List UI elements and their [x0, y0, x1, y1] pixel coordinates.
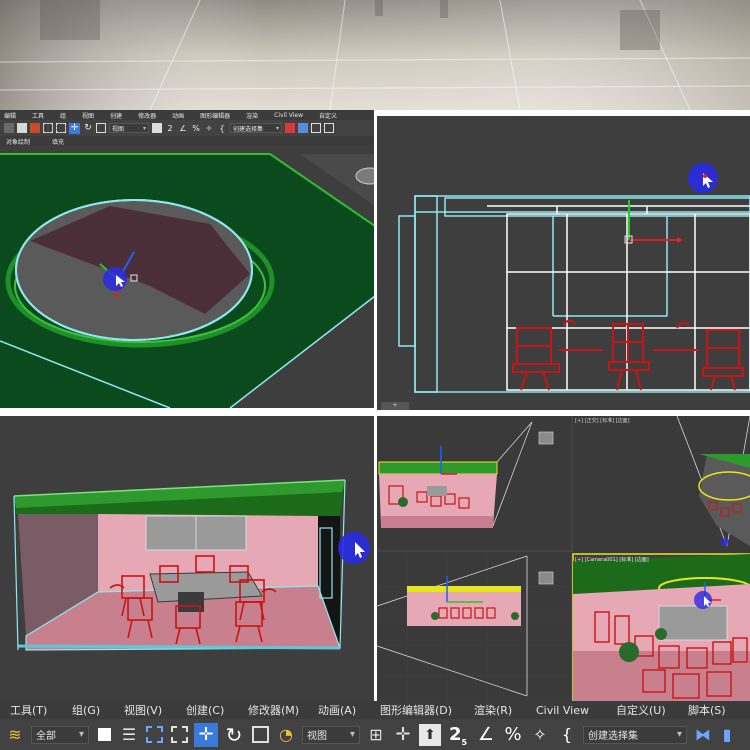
chevron-down-icon: ▾ — [142, 124, 146, 132]
pivot-icon[interactable]: ⊞ — [365, 724, 387, 746]
top-menu-item[interactable]: 创建 — [110, 111, 122, 120]
top-named-set-dropdown[interactable]: 创建选择集 ▾ — [230, 123, 282, 133]
move-icon[interactable]: ✛ — [69, 122, 80, 134]
snap-sub: 5 — [461, 737, 468, 747]
undo-icon[interactable]: ≋ — [4, 724, 26, 746]
window-crossing-icon[interactable] — [169, 725, 189, 745]
selection-filter-dropdown[interactable]: 全部 ▾ — [31, 725, 89, 744]
rect-select-icon[interactable] — [43, 123, 53, 133]
subtab-populate[interactable]: 填充 — [52, 137, 64, 146]
layer-icon[interactable] — [311, 123, 321, 133]
rect-select-icon[interactable] — [144, 725, 164, 745]
top-menubar: 编辑 工具 组 视图 创建 修改器 动画 图形编辑器 渲染 Civil View… — [0, 110, 375, 120]
menu-group[interactable]: 组(G) — [72, 702, 124, 718]
viewport-label: [+] [Camera001] [标准] [边面] — [575, 557, 649, 563]
window-crossing-icon[interactable] — [56, 123, 66, 133]
select-by-name-icon[interactable] — [30, 123, 40, 133]
menu-create[interactable]: 创建(C) — [186, 702, 248, 718]
select-icon[interactable] — [17, 123, 27, 133]
place-icon[interactable]: ◔ — [275, 724, 297, 746]
graph-icon[interactable] — [324, 123, 334, 133]
viewport-perspective-room[interactable] — [0, 416, 375, 701]
quad-camera-viewport-label[interactable]: [+] [Camera001] [标准] [边面] — [575, 556, 649, 563]
front-viewport-corner[interactable]: + — [381, 402, 409, 410]
corner-label: + — [392, 402, 398, 409]
menu-civil-view[interactable]: Civil View — [536, 704, 616, 717]
menu-views[interactable]: 视图(V) — [124, 702, 186, 718]
viewport-label: [+] [正交] [标准] [边面] — [575, 418, 630, 424]
percent-snap-icon[interactable]: % — [191, 123, 201, 133]
dropdown-value: 视图 — [307, 731, 327, 742]
top-menu-item[interactable]: 动画 — [172, 111, 184, 120]
snap-icon[interactable]: 25 — [446, 723, 470, 747]
subtab-object-paint[interactable]: 对象绘制 — [6, 137, 30, 146]
menu-graph-editors[interactable]: 图形编辑器(D) — [380, 702, 474, 718]
top-menu-item[interactable]: 自定义 — [319, 111, 337, 120]
chevron-down-icon: ▾ — [275, 124, 279, 132]
menu-modifiers[interactable]: 修改器(M) — [248, 702, 318, 718]
top-menu-item[interactable]: 工具 — [32, 111, 44, 120]
floor-photo — [0, 0, 750, 110]
mirror-icon[interactable] — [285, 123, 295, 133]
top-menu-item[interactable]: 图形编辑器 — [200, 111, 230, 120]
angle-snap-icon[interactable]: ∠ — [475, 724, 497, 746]
dropdown-value: 创建选择集 — [588, 731, 638, 742]
mirror-icon[interactable]: ⧓ — [692, 724, 714, 746]
select-by-name-icon[interactable]: ☰ — [119, 725, 139, 745]
top-toolbar: ✛ ↻ 视图 ▾ 2 ∠ % ✧ { 创建选择集 ▾ — [0, 120, 375, 136]
keyboard-shortcut-icon[interactable]: ⬆ — [419, 723, 441, 746]
spinner-snap-icon[interactable]: ✧ — [204, 123, 214, 133]
named-sel-icon[interactable]: { — [217, 123, 227, 133]
divider-vertical — [374, 110, 377, 702]
named-sel-icon[interactable]: { — [556, 724, 578, 746]
bottom-menubar: 工具(T) 组(G) 视图(V) 创建(C) 修改器(M) 动画(A) 图形编辑… — [0, 701, 750, 719]
quad-top-viewport-label[interactable]: [+] [正交] [标准] [边面] — [575, 417, 630, 424]
menu-scripting[interactable]: 脚本(S) — [688, 702, 744, 718]
top-menu-item[interactable]: Civil View — [274, 112, 303, 119]
angle-snap-icon[interactable]: ∠ — [178, 123, 188, 133]
rotate-icon[interactable]: ↻ — [83, 123, 93, 133]
percent-snap-icon[interactable]: % — [502, 724, 524, 746]
named-selection-dropdown[interactable]: 创建选择集 ▾ — [583, 725, 687, 744]
rotate-icon[interactable]: ↻ — [223, 723, 245, 747]
viewport-perspective-table[interactable] — [0, 146, 375, 408]
align-icon[interactable] — [298, 123, 308, 133]
menu-customize[interactable]: 自定义(U) — [616, 702, 688, 718]
snap-icon[interactable]: 2 — [165, 123, 175, 133]
chevron-down-icon: ▾ — [349, 729, 355, 740]
scale-icon[interactable] — [250, 725, 270, 745]
top-menu-item[interactable]: 渲染 — [246, 111, 258, 120]
top-menu-item[interactable]: 视图 — [82, 111, 94, 120]
spinner-snap-icon[interactable]: ✧ — [529, 724, 551, 746]
reference-coord-dropdown[interactable]: 视图 ▾ — [302, 725, 360, 744]
chevron-down-icon: ▾ — [78, 729, 84, 740]
menu-rendering[interactable]: 渲染(R) — [474, 702, 536, 718]
top-selection-dropdown[interactable]: 视图 ▾ — [109, 123, 149, 133]
main-toolbar: ≋ 全部 ▾ ☰ ✛ ↻ ◔ 视图 ▾ ⊞ ✛ ⬆ 25 ∠ % ✧ { 创建选择集… — [0, 719, 750, 750]
top-menu-item[interactable]: 修改器 — [138, 111, 156, 120]
viewport-front[interactable]: + — [377, 116, 750, 412]
top-menu-item[interactable]: 编辑 — [4, 111, 16, 120]
menu-animation[interactable]: 动画(A) — [318, 702, 380, 718]
scale-icon[interactable] — [96, 123, 106, 133]
snap-label: 2 — [448, 724, 462, 745]
menu-tools[interactable]: 工具(T) — [10, 702, 72, 718]
dropdown-value: 视图 — [112, 125, 125, 133]
chevron-down-icon: ▾ — [676, 729, 682, 740]
move-icon[interactable]: ✛ — [194, 722, 218, 747]
dropdown-value: 创建选择集 — [233, 125, 264, 133]
select-manipulate-icon[interactable]: ✛ — [392, 724, 414, 746]
dropdown-value: 全部 — [36, 731, 56, 742]
align-icon[interactable]: ▮ — [719, 724, 735, 746]
top-menu-item[interactable]: 组 — [60, 111, 66, 120]
pivot-icon[interactable] — [152, 123, 162, 133]
top-subtabs: 对象绘制 填充 — [0, 136, 375, 146]
select-icon[interactable] — [94, 725, 114, 745]
undo-icon[interactable] — [4, 123, 14, 133]
viewport-quad[interactable]: [+] [正交] [标准] [边面] [+] [Camera001] [标准] … — [377, 416, 750, 701]
